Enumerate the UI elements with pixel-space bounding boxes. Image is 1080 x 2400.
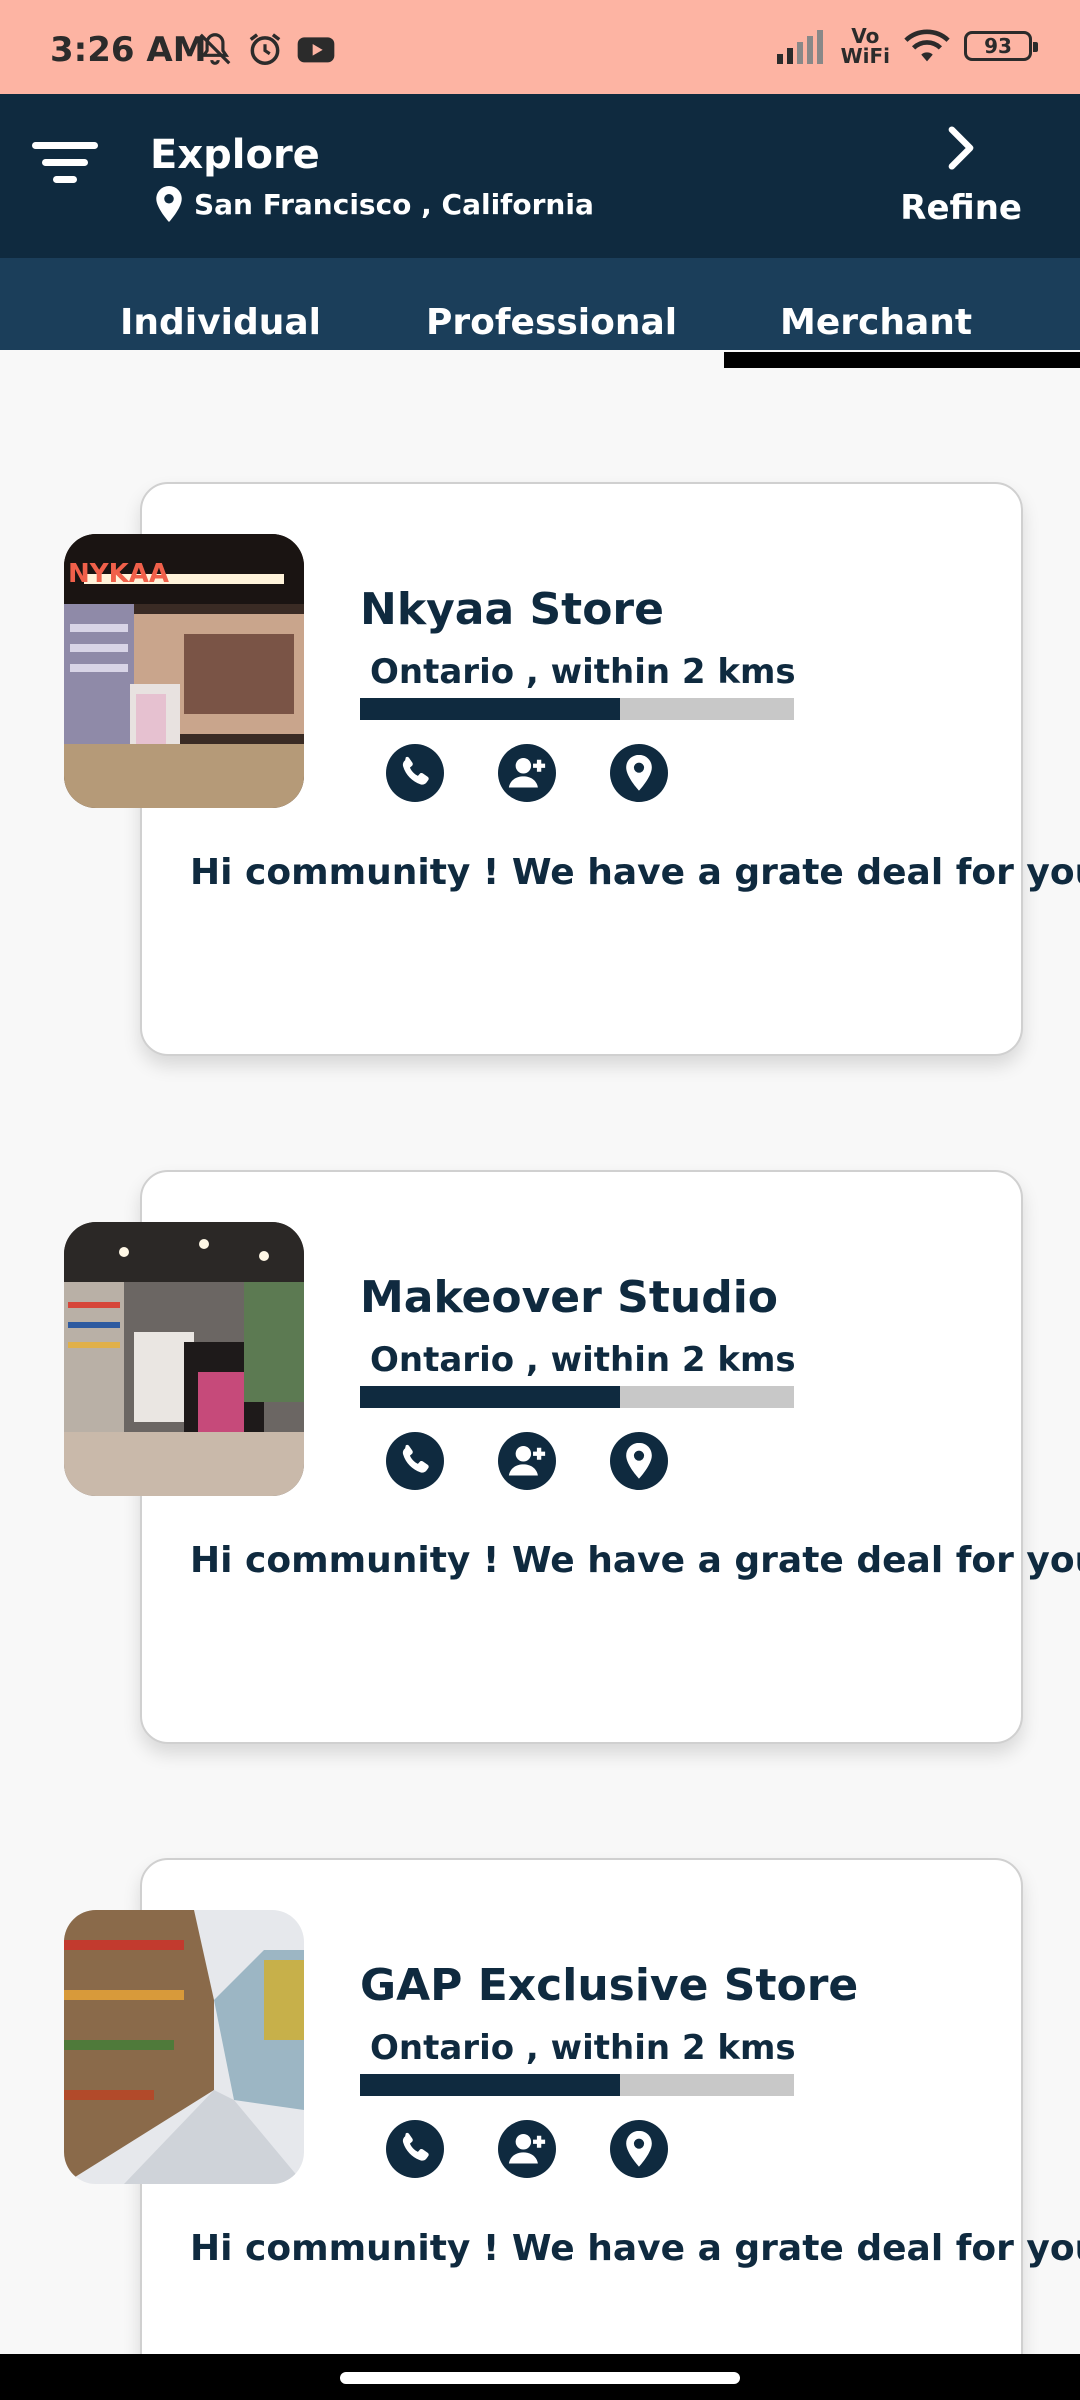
location-marker-icon — [610, 1432, 668, 1490]
merchant-name: Nkyaa Store — [360, 584, 664, 635]
nykaa-sign: NYKAA — [68, 559, 169, 589]
card-actions — [386, 1432, 668, 1490]
merchant-distance: Ontario , within 2 kms — [370, 1340, 796, 1380]
location-marker-icon — [610, 2120, 668, 2178]
phone-icon — [386, 2120, 444, 2178]
filter-menu-icon[interactable] — [32, 142, 98, 192]
progress-fill — [360, 2074, 621, 2096]
phone-icon — [386, 744, 444, 802]
cosmetics-store-image: NYKAA — [64, 534, 304, 808]
merchant-message: Hi community ! We have a grate deal for … — [190, 1540, 1080, 1581]
youtube-icon — [297, 37, 335, 63]
merchant-name: GAP Exclusive Store — [360, 1960, 859, 2011]
tab-bar: Individual Professional Merchant — [0, 258, 1080, 350]
status-time: 3:26 AM — [50, 30, 207, 70]
tab-professional[interactable]: Professional — [426, 302, 677, 343]
chevron-right-icon — [948, 126, 974, 170]
refine-label: Refine — [900, 188, 1022, 228]
map-location-button[interactable] — [610, 744, 668, 802]
location-row: San Francisco , California — [156, 186, 594, 222]
store-thumbnail — [64, 1910, 304, 2184]
location-text: San Francisco , California — [194, 187, 594, 221]
add-contact-button[interactable] — [498, 744, 556, 802]
home-gesture-handle[interactable] — [340, 2372, 740, 2384]
mute-icon — [199, 33, 231, 65]
navigation-bar — [0, 2354, 1080, 2400]
location-marker-icon — [610, 744, 668, 802]
phone-icon — [386, 1432, 444, 1490]
merchant-message: Hi community ! We have a grate deal for … — [190, 852, 1080, 893]
page-title: Explore — [150, 132, 320, 178]
grocery-aisle-image — [64, 1910, 304, 2184]
merchant-message: Hi community ! We have a grate deal for … — [190, 2228, 1080, 2269]
store-thumbnail: NYKAA — [64, 534, 304, 808]
merchant-name: Makeover Studio — [360, 1272, 779, 1323]
distance-progress-bar — [360, 698, 794, 720]
add-person-icon — [498, 744, 556, 802]
wifi-icon — [904, 29, 950, 62]
progress-fill — [360, 1386, 621, 1408]
map-location-button[interactable] — [610, 2120, 668, 2178]
card-actions — [386, 744, 668, 802]
app-header: Explore San Francisco , California Refin… — [0, 94, 1080, 258]
phone-call-button[interactable] — [386, 2120, 444, 2178]
add-person-icon — [498, 1432, 556, 1490]
volte-wifi-label: Vo WiFi — [840, 24, 890, 68]
signal-icon — [776, 30, 823, 64]
makeup-studio-image — [64, 1222, 304, 1496]
phone-call-button[interactable] — [386, 744, 444, 802]
store-thumbnail — [64, 1222, 304, 1496]
battery-indicator: 93 — [964, 31, 1038, 61]
add-person-icon — [498, 2120, 556, 2178]
add-contact-button[interactable] — [498, 1432, 556, 1490]
add-contact-button[interactable] — [498, 2120, 556, 2178]
status-bar: 3:26 AM Vo WiFi 93 — [0, 0, 1080, 94]
distance-progress-bar — [360, 2074, 794, 2096]
location-pin-icon — [156, 186, 182, 222]
distance-progress-bar — [360, 1386, 794, 1408]
active-tab-indicator — [724, 352, 1080, 368]
refine-button[interactable]: Refine — [900, 126, 1022, 228]
card-actions — [386, 2120, 668, 2178]
progress-fill — [360, 698, 621, 720]
phone-call-button[interactable] — [386, 1432, 444, 1490]
tab-individual[interactable]: Individual — [120, 302, 321, 343]
tab-merchant[interactable]: Merchant — [780, 302, 972, 343]
map-location-button[interactable] — [610, 1432, 668, 1490]
merchant-distance: Ontario , within 2 kms — [370, 2028, 796, 2068]
alarm-icon — [249, 33, 281, 65]
merchant-distance: Ontario , within 2 kms — [370, 652, 796, 692]
